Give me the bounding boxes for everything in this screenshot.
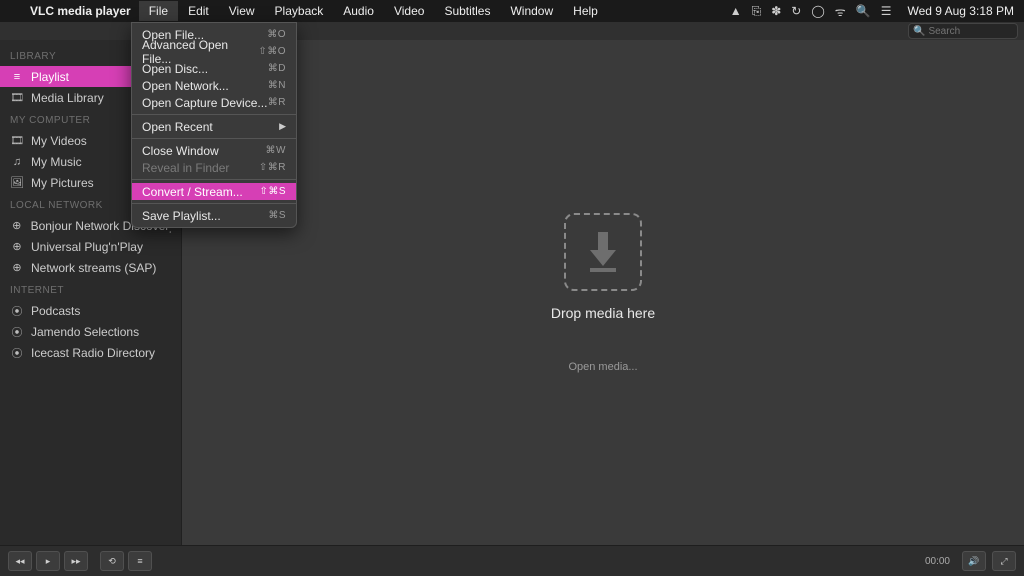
vlc-tray-icon[interactable]: ▲ bbox=[730, 4, 742, 18]
menu-edit[interactable]: Edit bbox=[178, 1, 219, 21]
sidebar-item-label: Icecast Radio Directory bbox=[31, 346, 155, 360]
menu-help[interactable]: Help bbox=[563, 1, 608, 21]
menu-item-open-network[interactable]: Open Network... ⌘N bbox=[132, 77, 296, 94]
sidebar-item-label: My Music bbox=[31, 155, 82, 169]
playback-controls: ◂◂ ▸ ▸▸ ⟲ ≡ 00:00 🔊 ⤢ bbox=[0, 545, 1024, 576]
menu-item-label: Convert / Stream... bbox=[142, 185, 243, 199]
open-media-link[interactable]: Open media... bbox=[568, 361, 637, 373]
menu-audio[interactable]: Audio bbox=[333, 1, 384, 21]
sidebar-item-podcasts[interactable]: ⦿ Podcasts bbox=[0, 300, 181, 321]
repeat-button[interactable]: ⟲ bbox=[100, 551, 124, 571]
menu-separator bbox=[132, 114, 296, 115]
bluetooth-off-icon[interactable]: ✽ bbox=[771, 4, 781, 18]
sidebar-item-network-streams-sap-[interactable]: ⊕ Network streams (SAP) bbox=[0, 257, 181, 278]
film-icon: 🎞 bbox=[10, 134, 24, 147]
previous-button[interactable]: ◂◂ bbox=[8, 551, 32, 571]
menu-playback[interactable]: Playback bbox=[265, 1, 334, 21]
file-menu-dropdown: Open File...⌘OAdvanced Open File...⇧⌘OOp… bbox=[131, 22, 297, 228]
menu-item-shortcut: ⇧⌘S bbox=[259, 186, 286, 197]
sidebar-item-label: Network streams (SAP) bbox=[31, 261, 156, 275]
sidebar-item-label: Podcasts bbox=[31, 304, 80, 318]
drop-zone-box bbox=[564, 213, 642, 291]
playlist-view-button[interactable]: ≡ bbox=[128, 551, 152, 571]
sidebar-item-label: My Pictures bbox=[31, 176, 94, 190]
menu-item-reveal-in-finder: Reveal in Finder ⇧⌘R bbox=[132, 159, 296, 176]
volume-button[interactable]: 🔊 bbox=[962, 551, 986, 571]
search-field[interactable]: 🔍 bbox=[908, 23, 1018, 39]
submenu-arrow-icon: ▶ bbox=[279, 121, 286, 132]
sync-icon[interactable]: ↻ bbox=[791, 4, 801, 18]
menu-item-close-window[interactable]: Close Window ⌘W bbox=[132, 142, 296, 159]
search-input[interactable] bbox=[928, 26, 1013, 37]
sidebar-section-title: INTERNET bbox=[0, 278, 181, 300]
list-icon: ≡ bbox=[10, 71, 24, 83]
sidebar-item-jamendo-selections[interactable]: ⦿ Jamendo Selections bbox=[0, 321, 181, 342]
podcast-icon: ⦿ bbox=[10, 324, 24, 340]
attachment-icon[interactable]: ⎘ bbox=[752, 4, 762, 19]
menu-item-shortcut: ⌘W bbox=[266, 145, 286, 156]
menu-separator bbox=[132, 138, 296, 139]
sidebar-item-universal-plug-n-play[interactable]: ⊕ Universal Plug'n'Play bbox=[0, 236, 181, 257]
globe-icon: ⊕ bbox=[10, 261, 24, 274]
menu-item-shortcut: ⇧⌘O bbox=[258, 46, 286, 57]
image-icon: 🖼 bbox=[10, 176, 24, 189]
menu-item-shortcut: ⌘D bbox=[268, 63, 286, 74]
menubar: VLC media player FileEditViewPlaybackAud… bbox=[0, 0, 1024, 22]
control-center-icon[interactable]: ☰ bbox=[881, 4, 892, 18]
globe-icon: ⊕ bbox=[10, 219, 24, 232]
next-button[interactable]: ▸▸ bbox=[64, 551, 88, 571]
menu-item-label: Save Playlist... bbox=[142, 209, 221, 223]
clock[interactable]: Wed 9 Aug 3:18 PM bbox=[907, 4, 1014, 18]
music-icon: ♫ bbox=[10, 156, 24, 168]
menu-item-save-playlist[interactable]: Save Playlist... ⌘S bbox=[132, 207, 296, 224]
menu-item-open-recent[interactable]: Open Recent ▶ bbox=[132, 118, 296, 135]
menubar-status-area: ▲ ⎘ ✽ ↻ ◯ ᯤ 🔍 ☰ Wed 9 Aug 3:18 PM bbox=[730, 3, 1024, 20]
sidebar-item-label: Playlist bbox=[31, 70, 69, 84]
menu-item-shortcut: ⌘N bbox=[268, 80, 286, 91]
menu-item-shortcut: ⇧⌘R bbox=[259, 162, 286, 173]
menu-item-label: Close Window bbox=[142, 144, 219, 158]
podcast-icon: ⦿ bbox=[10, 345, 24, 361]
globe-icon: ⊕ bbox=[10, 240, 24, 253]
menu-separator bbox=[132, 179, 296, 180]
menu-file[interactable]: File bbox=[139, 1, 178, 21]
menu-item-shortcut: ⌘R bbox=[268, 97, 286, 108]
fullscreen-button[interactable]: ⤢ bbox=[992, 551, 1016, 571]
content-area: Drop media here Open media... bbox=[182, 40, 1024, 545]
menu-item-shortcut: ⌘O bbox=[267, 29, 286, 40]
user-icon[interactable]: ◯ bbox=[811, 4, 824, 18]
menu-item-label: Open Capture Device... bbox=[142, 96, 267, 110]
menu-item-label: Open Disc... bbox=[142, 62, 208, 76]
menu-separator bbox=[132, 203, 296, 204]
time-display: 00:00 bbox=[925, 556, 950, 567]
wifi-icon[interactable]: ᯤ bbox=[835, 3, 846, 20]
menu-item-open-capture-device[interactable]: Open Capture Device...⌘R bbox=[132, 94, 296, 111]
menu-view[interactable]: View bbox=[219, 1, 265, 21]
podcast-icon: ⦿ bbox=[10, 303, 24, 319]
play-button[interactable]: ▸ bbox=[36, 551, 60, 571]
menu-item-label: Open Recent bbox=[142, 120, 213, 134]
sidebar-item-icecast-radio-directory[interactable]: ⦿ Icecast Radio Directory bbox=[0, 342, 181, 363]
sidebar-item-label: Media Library bbox=[31, 91, 104, 105]
menu-video[interactable]: Video bbox=[384, 1, 434, 21]
drop-zone[interactable]: Drop media here Open media... bbox=[551, 213, 655, 373]
spotlight-icon[interactable]: 🔍 bbox=[856, 4, 871, 18]
sidebar-item-label: Universal Plug'n'Play bbox=[31, 240, 143, 254]
sidebar-item-label: My Videos bbox=[31, 134, 87, 148]
menu-window[interactable]: Window bbox=[500, 1, 563, 21]
menu-item-advanced-open-file[interactable]: Advanced Open File...⇧⌘O bbox=[132, 43, 296, 60]
search-icon: 🔍 bbox=[913, 26, 925, 37]
app-name[interactable]: VLC media player bbox=[22, 4, 139, 18]
menu-item-label: Reveal in Finder bbox=[142, 161, 229, 175]
download-arrow-icon bbox=[586, 232, 620, 272]
menu-subtitles[interactable]: Subtitles bbox=[434, 1, 500, 21]
menu-item-convert-stream[interactable]: Convert / Stream... ⇧⌘S bbox=[132, 183, 296, 200]
menu-item-label: Open Network... bbox=[142, 79, 229, 93]
menu-item-shortcut: ⌘S bbox=[268, 210, 286, 221]
film-icon: 🎞 bbox=[10, 91, 24, 104]
sidebar-item-label: Jamendo Selections bbox=[31, 325, 139, 339]
drop-title: Drop media here bbox=[551, 305, 655, 321]
